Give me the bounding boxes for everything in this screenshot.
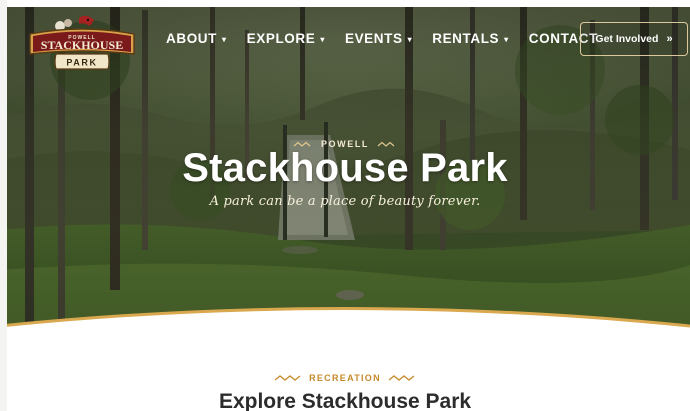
window-left-edge bbox=[0, 0, 7, 411]
hero-title: Stackhouse Park bbox=[182, 146, 508, 190]
cta-label: Get Involved bbox=[595, 33, 659, 45]
nav-item-rentals[interactable]: RENTALS ▾ bbox=[432, 31, 509, 46]
stackhouse-park-logo[interactable]: POWELL STACKHOUSE PARK bbox=[24, 14, 140, 72]
window-top-edge bbox=[0, 0, 690, 7]
logo-sub-text: PARK bbox=[66, 58, 97, 68]
get-involved-button[interactable]: Get Involved » bbox=[580, 22, 688, 56]
hero-tagline: A park can be a place of beauty forever. bbox=[209, 194, 481, 209]
zigzag-ornament-icon bbox=[388, 375, 415, 381]
chevron-down-icon: ▾ bbox=[320, 34, 325, 44]
nav-item-about[interactable]: ABOUT ▾ bbox=[166, 31, 227, 46]
nav-label: EXPLORE bbox=[246, 31, 316, 46]
section-title: Explore Stackhouse Park bbox=[218, 390, 472, 411]
chevron-down-icon: ▾ bbox=[222, 34, 227, 44]
nav-item-events[interactable]: EVENTS ▾ bbox=[345, 31, 412, 46]
zigzag-ornament-icon bbox=[274, 375, 301, 381]
nav-label: EVENTS bbox=[344, 31, 403, 46]
double-chevron-right-icon: » bbox=[666, 33, 673, 45]
hero-curve-divider bbox=[0, 307, 690, 336]
logo-main-text: STACKHOUSE bbox=[41, 38, 123, 52]
section-eyebrow: RECREATION bbox=[0, 373, 690, 383]
section-eyebrow-text: RECREATION bbox=[309, 373, 381, 383]
nav-label: ABOUT bbox=[166, 31, 217, 46]
chevron-down-icon: ▾ bbox=[407, 34, 413, 44]
nav-label: RENTALS bbox=[432, 31, 500, 46]
nav-item-explore[interactable]: EXPLORE ▾ bbox=[247, 31, 325, 46]
chevron-down-icon: ▾ bbox=[504, 34, 509, 44]
main-nav: ABOUT ▾ EXPLORE ▾ EVENTS ▾ RENTALS ▾ CON… bbox=[166, 31, 598, 46]
